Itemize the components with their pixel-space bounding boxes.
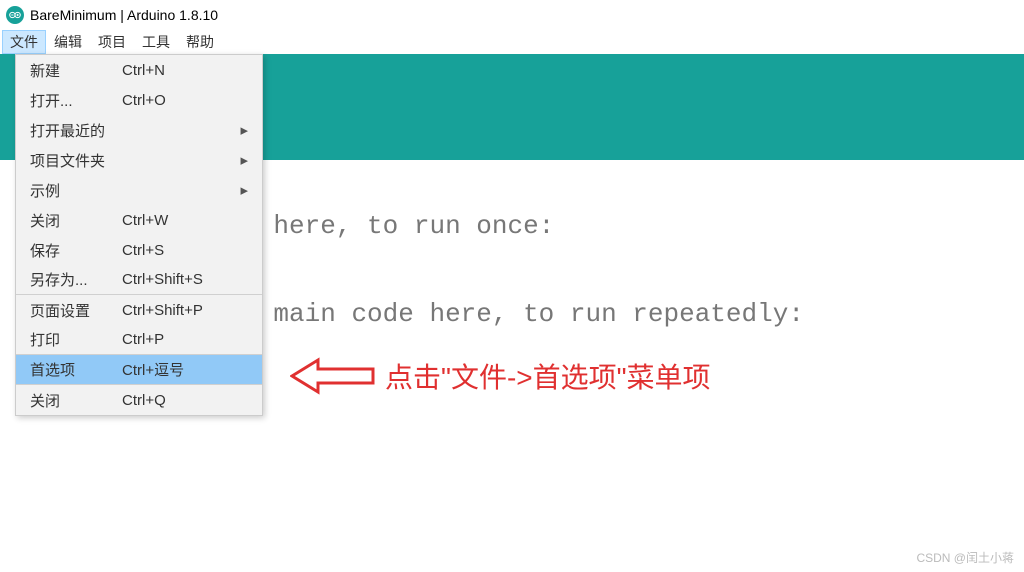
menu-item-save-as[interactable]: 另存为...Ctrl+Shift+S [16, 265, 262, 295]
chevron-right-icon: ▸ [240, 151, 248, 169]
annotation-text: 点击"文件->首选项"菜单项 [385, 356, 711, 396]
watermark: CSDN @闰土小蒋 [916, 549, 1014, 566]
menu-sketch[interactable]: 项目 [90, 30, 134, 54]
menu-item-sketchbook[interactable]: 项目文件夹▸ [16, 145, 262, 175]
chevron-right-icon: ▸ [240, 181, 248, 199]
menu-item-open[interactable]: 打开...Ctrl+O [16, 85, 262, 115]
file-dropdown-menu: 新建Ctrl+N 打开...Ctrl+O 打开最近的▸ 项目文件夹▸ 示例▸ 关… [15, 54, 263, 416]
menu-tools[interactable]: 工具 [134, 30, 178, 54]
menu-item-examples[interactable]: 示例▸ [16, 175, 262, 205]
menubar: 文件 编辑 项目 工具 帮助 [0, 30, 1024, 54]
menu-item-open-recent[interactable]: 打开最近的▸ [16, 115, 262, 145]
window-title: BareMinimum | Arduino 1.8.10 [30, 7, 218, 23]
menu-item-print[interactable]: 打印Ctrl+P [16, 325, 262, 355]
menu-item-close[interactable]: 关闭Ctrl+W [16, 205, 262, 235]
menu-item-save[interactable]: 保存Ctrl+S [16, 235, 262, 265]
menu-help[interactable]: 帮助 [178, 30, 222, 54]
menu-file[interactable]: 文件 [2, 30, 46, 54]
menu-item-page-setup[interactable]: 页面设置Ctrl+Shift+P [16, 295, 262, 325]
arrow-left-icon [290, 356, 375, 396]
menu-item-preferences[interactable]: 首选项Ctrl+逗号 [16, 355, 262, 385]
arduino-icon [6, 6, 24, 24]
menu-item-quit[interactable]: 关闭Ctrl+Q [16, 385, 262, 415]
annotation-callout: 点击"文件->首选项"菜单项 [290, 356, 711, 396]
titlebar: BareMinimum | Arduino 1.8.10 [0, 0, 1024, 30]
menu-item-new[interactable]: 新建Ctrl+N [16, 55, 262, 85]
menu-edit[interactable]: 编辑 [46, 30, 90, 54]
chevron-right-icon: ▸ [240, 121, 248, 139]
